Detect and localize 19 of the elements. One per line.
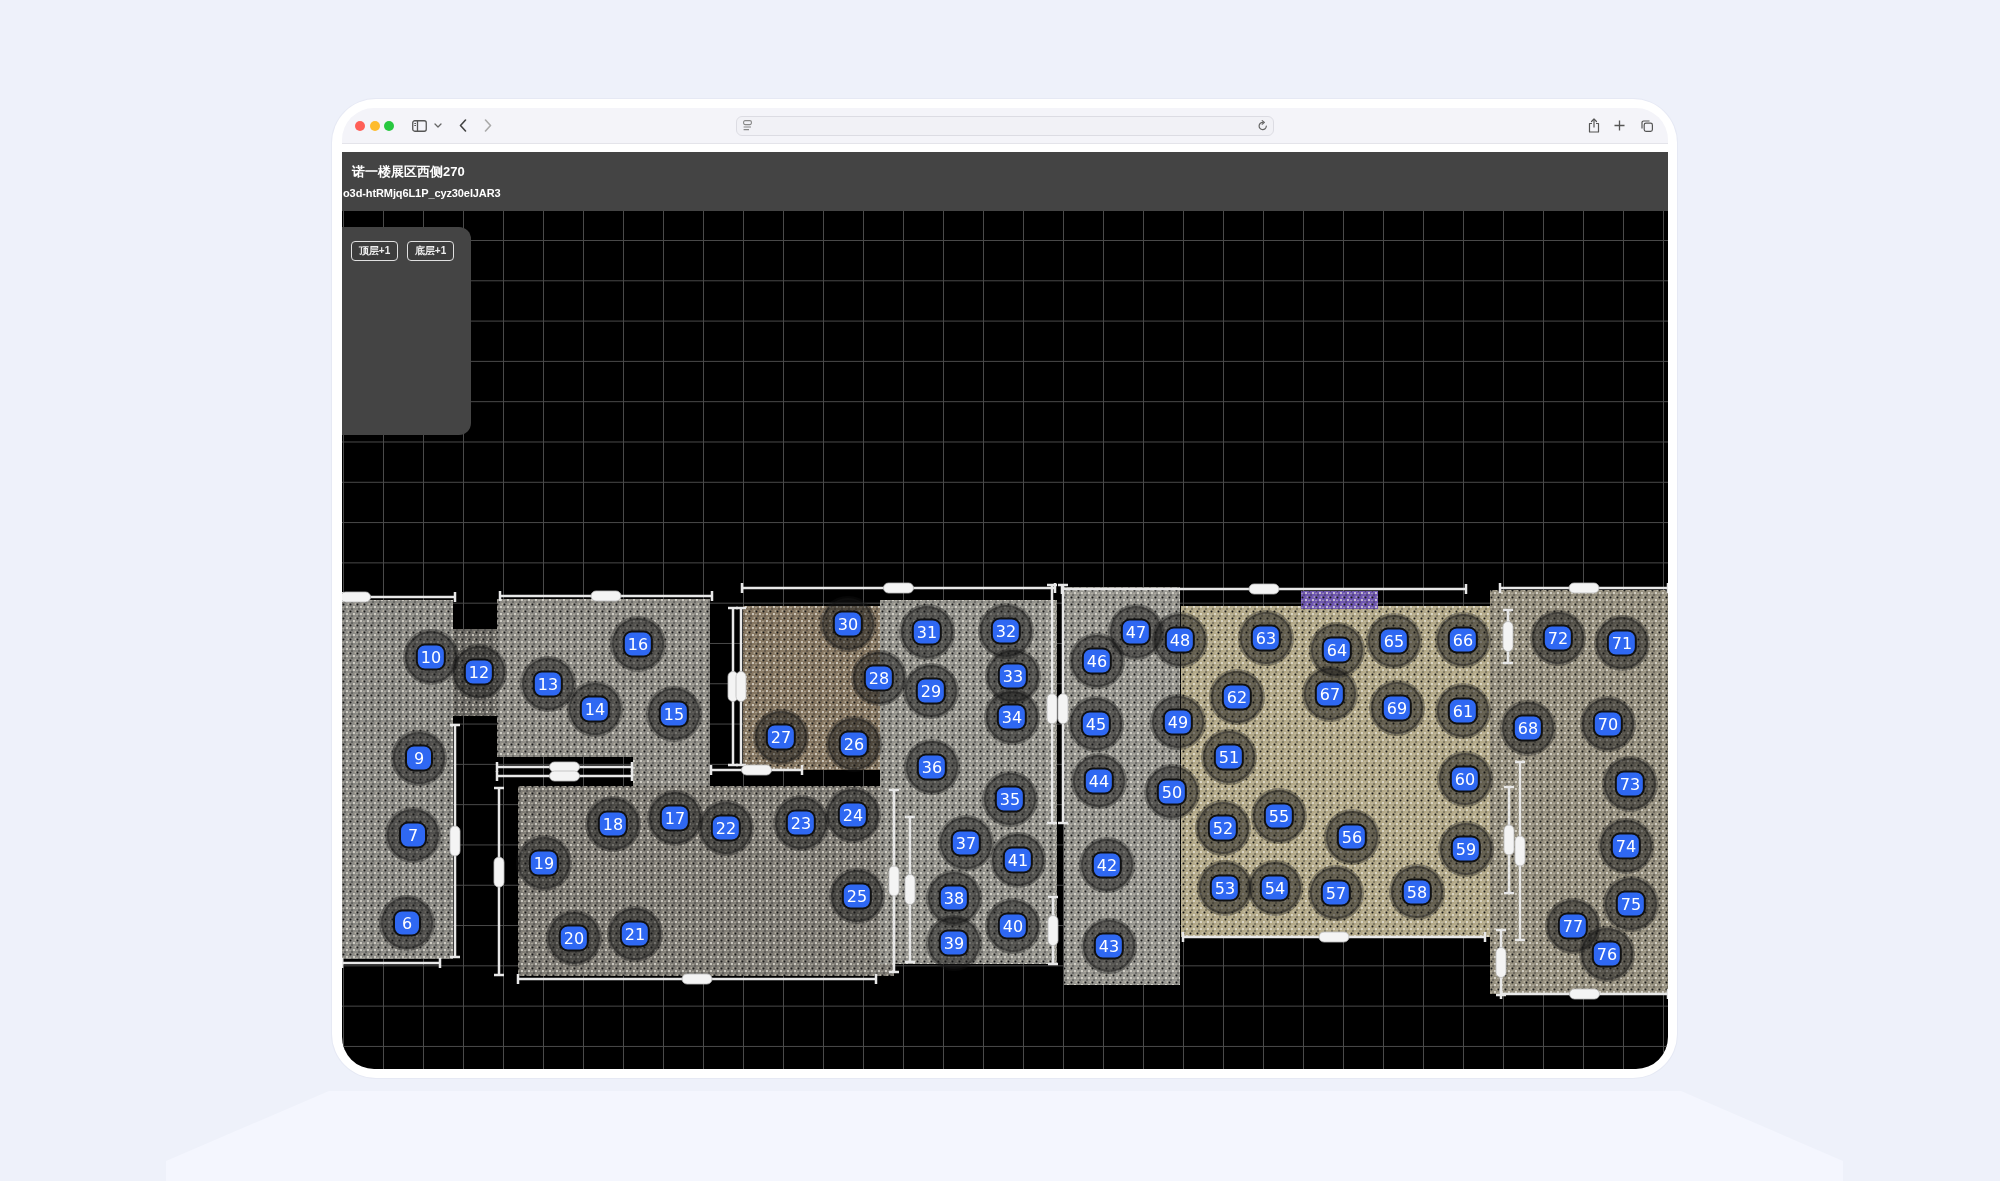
sidebar-icon[interactable] (412, 119, 427, 132)
scan-point-marker[interactable]: 9 (405, 744, 433, 772)
chevron-down-icon[interactable] (434, 123, 442, 128)
layer-button[interactable]: 底层+1 (407, 241, 454, 261)
model-id: o3d-htRMjq6L1P_cyz30eIJAR3 (343, 186, 501, 200)
scan-point-marker[interactable]: 7 (399, 821, 427, 849)
close-window-icon[interactable] (355, 120, 365, 131)
scan-point-marker[interactable]: 6 (393, 909, 421, 937)
address-field[interactable] (736, 115, 1274, 136)
tabs-icon[interactable] (1641, 119, 1653, 132)
dimension-line (1047, 895, 1059, 966)
page-icon (743, 120, 752, 131)
page-title: 诺一楼展区西侧270 (352, 163, 465, 180)
share-icon[interactable] (1588, 118, 1600, 133)
back-icon[interactable] (459, 119, 467, 132)
reload-icon[interactable] (1258, 120, 1268, 131)
new-tab-icon[interactable] (1614, 120, 1625, 131)
dimension-line (1502, 608, 1514, 665)
layer-button[interactable]: 顶层+1 (351, 241, 398, 261)
